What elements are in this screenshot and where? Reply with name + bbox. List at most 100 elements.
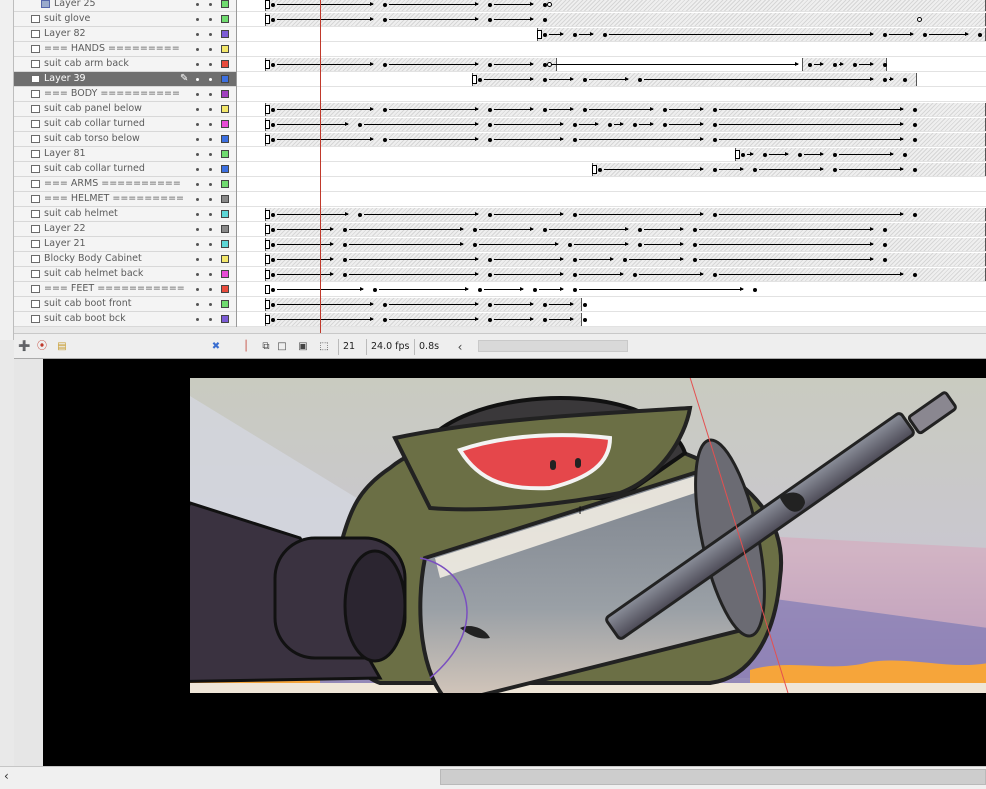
keyframe-dot[interactable] <box>603 33 607 37</box>
blank-keyframe[interactable] <box>547 62 552 67</box>
layer-row[interactable]: === FEET =========== <box>14 282 986 297</box>
keyframe-dot[interactable] <box>383 108 387 112</box>
add-motion-guide-icon[interactable]: ⦿ <box>36 341 48 353</box>
keyframe[interactable] <box>265 315 270 324</box>
layer-outline-color[interactable] <box>221 120 229 128</box>
keyframe-dot[interactable] <box>343 258 347 262</box>
layer-name-cell[interactable]: === ARMS ========== <box>14 177 236 192</box>
layer-name-cell[interactable]: Layer 39 ✎ <box>14 72 236 87</box>
keyframe[interactable] <box>265 225 270 234</box>
layer-row[interactable]: Layer 22 <box>14 222 986 237</box>
keyframe-dot[interactable] <box>358 213 362 217</box>
visibility-toggle[interactable] <box>196 63 199 66</box>
keyframe-dot[interactable] <box>883 243 887 247</box>
lock-toggle[interactable] <box>209 63 212 66</box>
layer-row[interactable]: suit cab helmet back <box>14 267 986 282</box>
keyframe-dot[interactable] <box>713 108 717 112</box>
scroll-left-arrow-icon[interactable]: ‹ <box>4 769 9 783</box>
keyframe-dot[interactable] <box>638 228 642 232</box>
layer-outline-color[interactable] <box>221 285 229 293</box>
layer-row[interactable]: suit cab boot front <box>14 297 986 312</box>
frame-track[interactable] <box>237 192 986 207</box>
layer-name-cell[interactable]: suit cab boot bck <box>14 312 236 327</box>
layer-outline-color[interactable] <box>221 135 229 143</box>
center-frame-icon[interactable]: │ <box>240 341 252 353</box>
scrollbar-thumb[interactable] <box>440 769 986 785</box>
blank-keyframe[interactable] <box>547 2 552 7</box>
layer-outline-color[interactable] <box>221 105 229 113</box>
chevron-left-icon[interactable]: ‹ <box>454 341 466 353</box>
keyframe-dot[interactable] <box>913 123 917 127</box>
keyframe-dot[interactable] <box>473 243 477 247</box>
layer-outline-color[interactable] <box>221 210 229 218</box>
keyframe-dot[interactable] <box>383 63 387 67</box>
keyframe[interactable] <box>265 0 270 9</box>
layer-row[interactable]: suit cab arm back <box>14 57 986 72</box>
keyframe-dot[interactable] <box>663 123 667 127</box>
keyframe-dot[interactable] <box>713 213 717 217</box>
keyframe-dot[interactable] <box>543 303 547 307</box>
frame-track[interactable] <box>237 87 986 102</box>
lock-toggle[interactable] <box>209 78 212 81</box>
keyframe[interactable] <box>265 285 270 294</box>
layer-row[interactable]: Layer 39 ✎ <box>14 72 986 87</box>
keyframe-dot[interactable] <box>883 228 887 232</box>
keyframe-dot[interactable] <box>271 258 275 262</box>
layer-row[interactable]: suit glove <box>14 12 986 27</box>
visibility-toggle[interactable] <box>196 153 199 156</box>
keyframe-dot[interactable] <box>271 138 275 142</box>
keyframe-dot[interactable] <box>271 123 275 127</box>
keyframe-dot[interactable] <box>833 63 837 67</box>
frame-track[interactable] <box>237 162 986 177</box>
keyframe-dot[interactable] <box>271 213 275 217</box>
keyframe-dot[interactable] <box>271 288 275 292</box>
visibility-toggle[interactable] <box>196 78 199 81</box>
lock-toggle[interactable] <box>209 33 212 36</box>
lock-toggle[interactable] <box>209 3 212 6</box>
visibility-toggle[interactable] <box>196 228 199 231</box>
keyframe-dot[interactable] <box>271 63 275 67</box>
layer-row[interactable]: Layer 25 <box>14 0 986 12</box>
keyframe-dot[interactable] <box>853 63 857 67</box>
stage-canvas[interactable]: + <box>190 378 986 693</box>
layer-name-cell[interactable]: suit cab helmet back <box>14 267 236 282</box>
layer-outline-color[interactable] <box>221 15 229 23</box>
layer-row[interactable]: suit cab torso below <box>14 132 986 147</box>
lock-toggle[interactable] <box>209 198 212 201</box>
frame-track[interactable] <box>237 222 986 237</box>
lock-toggle[interactable] <box>209 318 212 321</box>
keyframe-dot[interactable] <box>543 108 547 112</box>
timeline-horizontal-scrollbar[interactable] <box>478 340 628 352</box>
keyframe-dot[interactable] <box>478 288 482 292</box>
keyframe-dot[interactable] <box>488 273 492 277</box>
visibility-toggle[interactable] <box>196 108 199 111</box>
keyframe[interactable] <box>265 255 270 264</box>
keyframe-dot[interactable] <box>383 303 387 307</box>
layer-name-cell[interactable]: suit cab panel below <box>14 102 236 117</box>
layer-outline-color[interactable] <box>221 240 229 248</box>
visibility-toggle[interactable] <box>196 168 199 171</box>
visibility-toggle[interactable] <box>196 93 199 96</box>
layer-outline-color[interactable] <box>221 45 229 53</box>
keyframe-dot[interactable] <box>573 288 577 292</box>
keyframe-dot[interactable] <box>383 3 387 7</box>
layer-outline-color[interactable] <box>221 0 229 8</box>
keyframe-dot[interactable] <box>488 63 492 67</box>
keyframe-dot[interactable] <box>573 33 577 37</box>
edit-multiple-frames-icon[interactable]: ▣ <box>297 341 309 353</box>
lock-toggle[interactable] <box>209 48 212 51</box>
layer-outline-color[interactable] <box>221 255 229 263</box>
keyframe-dot[interactable] <box>543 318 547 322</box>
lock-toggle[interactable] <box>209 288 212 291</box>
layer-row[interactable]: === ARMS ========== <box>14 177 986 192</box>
lock-toggle[interactable] <box>209 273 212 276</box>
keyframe-dot[interactable] <box>271 18 275 22</box>
keyframe-dot[interactable] <box>693 258 697 262</box>
layer-name-cell[interactable]: Layer 25 <box>14 0 236 12</box>
keyframe-dot[interactable] <box>741 153 745 157</box>
new-layer-icon[interactable]: ➕ <box>18 341 30 353</box>
visibility-toggle[interactable] <box>196 18 199 21</box>
layer-name-cell[interactable]: === HANDS ========= <box>14 42 236 57</box>
visibility-toggle[interactable] <box>196 123 199 126</box>
keyframe-dot[interactable] <box>543 33 547 37</box>
